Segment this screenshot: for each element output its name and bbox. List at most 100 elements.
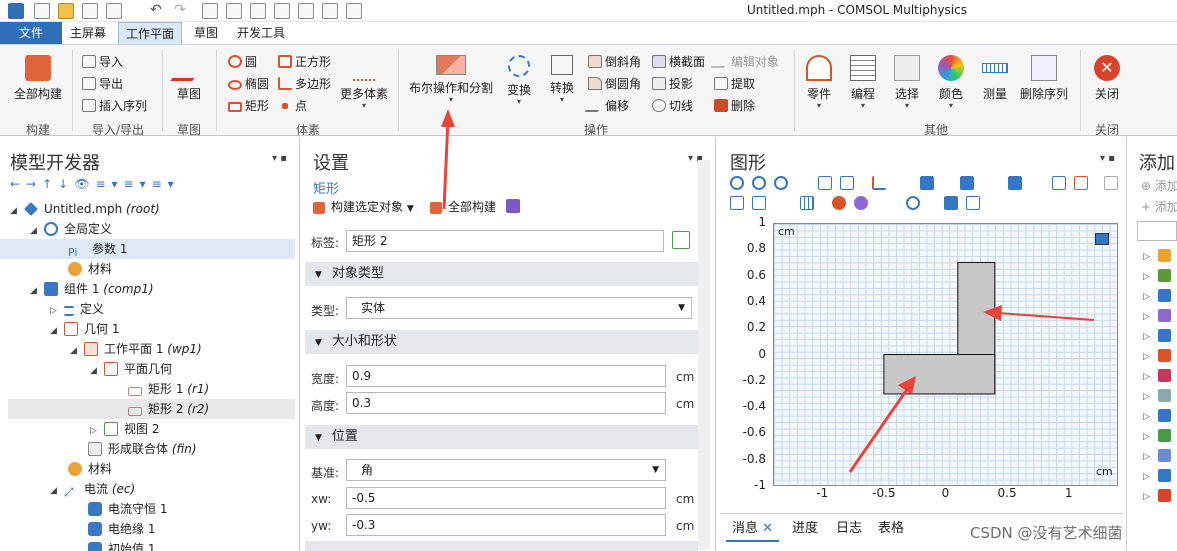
clear-selection-icon[interactable]: [1074, 176, 1088, 190]
xw-input[interactable]: -0.5: [346, 487, 666, 509]
add-item-1[interactable]: ⊕ 添加: [1141, 177, 1177, 194]
pane-menu-icon[interactable]: ▾ ▪: [272, 153, 287, 164]
tab-home[interactable]: 主屏幕: [62, 22, 114, 44]
render-icon[interactable]: [832, 196, 846, 210]
save-icon[interactable]: [82, 3, 98, 19]
rectangle-button[interactable]: 矩形: [228, 97, 269, 114]
print-icon[interactable]: [966, 196, 980, 210]
yw-input[interactable]: -0.3: [346, 514, 666, 536]
cross-section-button[interactable]: 横截面: [652, 53, 705, 70]
add-list-item[interactable]: ▷: [1143, 289, 1171, 305]
tab-developer[interactable]: 开发工具: [230, 22, 292, 44]
circle-button[interactable]: 圆: [228, 53, 257, 70]
base-select[interactable]: 角 ▼: [346, 459, 666, 481]
tree-node-root[interactable]: ◢ Untitled.mph (root): [10, 199, 295, 219]
select-icon[interactable]: [298, 3, 314, 19]
boolean-partition-button[interactable]: 布尔操作和分割 ▾: [404, 55, 498, 104]
chamfer-button[interactable]: 倒斜角: [588, 53, 641, 70]
type-select[interactable]: 实体 ▼: [346, 297, 692, 319]
redo-icon[interactable]: ↷: [174, 3, 190, 19]
zoom-in-icon[interactable]: [730, 176, 744, 190]
tree-node-materials-global[interactable]: 材料: [68, 259, 295, 279]
tree-node-materials[interactable]: 材料: [68, 459, 295, 479]
add-list-item[interactable]: ▷: [1143, 369, 1171, 385]
zoom-box-icon[interactable]: [774, 176, 788, 190]
center-icon[interactable]: [818, 176, 832, 190]
tab-log[interactable]: 日志: [830, 516, 868, 542]
tree-node-plane-geometry[interactable]: ◢ 平面几何: [90, 359, 295, 379]
add-list-item[interactable]: ▷: [1143, 389, 1171, 405]
tree-node-component[interactable]: ◢ 组件 1 (comp1): [30, 279, 295, 299]
edit-object-button[interactable]: 编辑对象: [710, 53, 779, 70]
delete-button[interactable]: 删除: [714, 97, 755, 114]
tree-node-geometry[interactable]: ◢ 几何 1: [50, 319, 295, 339]
more-primitives-button[interactable]: 更多体素 ▾: [338, 55, 390, 110]
tab-file[interactable]: 文件: [0, 22, 62, 44]
views-icon[interactable]: [752, 196, 766, 210]
add-list-item[interactable]: ▷: [1143, 309, 1171, 325]
tree-node-workplane[interactable]: ◢ 工作平面 1 (wp1): [70, 339, 295, 359]
point-button[interactable]: 点: [278, 97, 307, 114]
tree-node-view[interactable]: ▷ 视图 2: [90, 419, 295, 439]
tree-node-rectangle-1[interactable]: 矩形 1 (r1): [128, 379, 295, 399]
selection-icon[interactable]: [1008, 176, 1022, 190]
tree-node-parameters[interactable]: Pi 参数 1: [0, 239, 295, 259]
add-item-2[interactable]: + 添加: [1141, 198, 1177, 215]
add-list-item[interactable]: ▷: [1143, 249, 1171, 265]
close-icon[interactable]: ✕: [762, 521, 773, 536]
hide-icon[interactable]: [1104, 176, 1118, 190]
save-as-icon[interactable]: [106, 3, 122, 19]
tab-workplane[interactable]: 工作平面: [118, 22, 182, 44]
export-button[interactable]: 导出: [82, 75, 123, 92]
add-search-input[interactable]: [1137, 221, 1177, 241]
square-button[interactable]: 正方形: [278, 53, 331, 70]
tree-node-current-conservation[interactable]: 电流守恒 1: [88, 499, 295, 519]
height-input[interactable]: 0.3: [346, 392, 666, 414]
tab-tables[interactable]: 表格: [872, 516, 910, 542]
pane-menu-icon[interactable]: ▾ ▪: [1100, 153, 1115, 164]
zoom-out-icon[interactable]: [752, 176, 766, 190]
delete-sequence-button[interactable]: 删除序列: [1018, 55, 1070, 102]
colors-button[interactable]: 颜色 ▾: [932, 55, 970, 110]
extract-button[interactable]: 提取: [714, 75, 755, 92]
programming-button[interactable]: 编程 ▾: [844, 55, 882, 110]
insert-sequence-button[interactable]: 插入序列: [82, 97, 147, 114]
add-list-item[interactable]: ▷: [1143, 269, 1171, 285]
section-object-type[interactable]: ▼ 对象类型: [305, 262, 698, 286]
open-folder-icon[interactable]: [58, 3, 74, 19]
ellipse-button[interactable]: 椭圆: [228, 75, 269, 92]
parts-button[interactable]: 零件 ▾: [800, 55, 838, 110]
add-list-item[interactable]: ▷: [1143, 429, 1171, 445]
grid-icon[interactable]: [800, 196, 814, 210]
tree-node-definitions[interactable]: ▷ 定义: [50, 299, 295, 319]
tree-node-electric-insulation[interactable]: 电绝缘 1: [88, 519, 295, 539]
model-builder-toolbar[interactable]: ←→↑↓👁≡▾≡▾≡▾: [10, 177, 180, 191]
select-box-icon[interactable]: [960, 176, 974, 190]
paste-icon[interactable]: [226, 3, 242, 19]
new-file-icon[interactable]: [34, 3, 50, 19]
axis-icon[interactable]: [872, 176, 886, 190]
tab-sketch[interactable]: 草图: [186, 22, 226, 44]
build-selected-button[interactable]: 构建选定对象 ▼: [313, 198, 414, 215]
tree-node-form-union[interactable]: 形成联合体 (fin): [88, 439, 295, 459]
measure-button[interactable]: 测量: [976, 55, 1014, 102]
reset-icon[interactable]: [730, 196, 744, 210]
view-options-icon[interactable]: [920, 176, 934, 190]
search-icon[interactable]: [346, 3, 362, 19]
tree-node-initial-values[interactable]: 初始值 1: [88, 539, 295, 551]
label-input[interactable]: 矩形 2: [346, 230, 664, 252]
duplicate-icon[interactable]: [250, 3, 266, 19]
selections-button[interactable]: 选择 ▾: [888, 55, 926, 110]
tab-progress[interactable]: 进度: [786, 516, 824, 542]
zoom-extents-icon[interactable]: [840, 176, 854, 190]
tree-node-rectangle-2[interactable]: 矩形 2 (r2): [8, 399, 295, 419]
convert-button[interactable]: 转换 ▾: [544, 55, 580, 104]
width-input[interactable]: 0.9: [346, 365, 666, 387]
add-list-item[interactable]: ▷: [1143, 329, 1171, 345]
projection-button[interactable]: 投影: [652, 75, 693, 92]
label-edit-icon[interactable]: [672, 231, 690, 249]
delete-icon[interactable]: [274, 3, 290, 19]
select-all-icon[interactable]: [1052, 176, 1066, 190]
polygon-button[interactable]: 多边形: [278, 75, 331, 92]
close-button[interactable]: ✕ 关闭: [1088, 55, 1126, 102]
